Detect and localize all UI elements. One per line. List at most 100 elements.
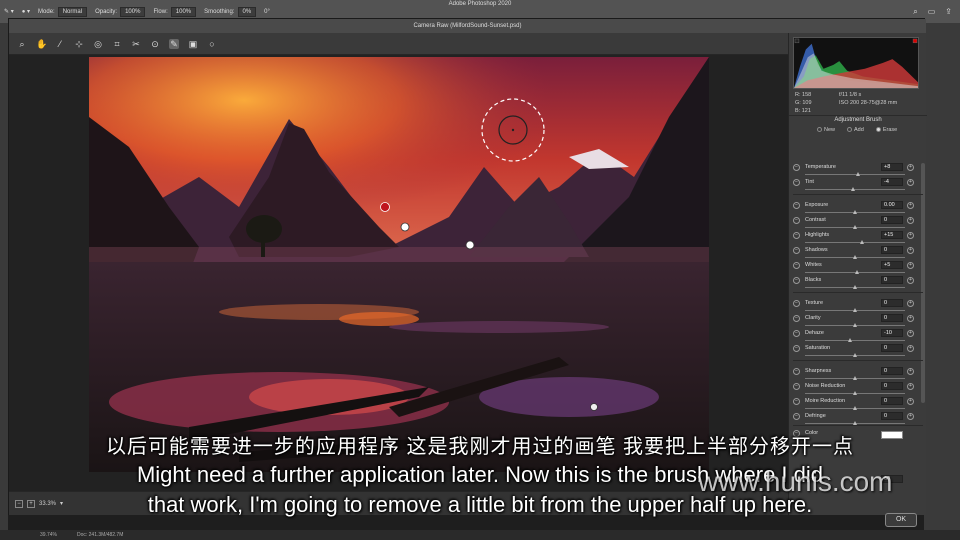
plus-icon[interactable]: + xyxy=(907,413,914,420)
crop-icon[interactable]: ⌗ xyxy=(112,39,122,49)
slider-value[interactable]: -4 xyxy=(881,178,903,186)
plus-icon[interactable]: + xyxy=(907,345,914,352)
brush-tool-preset[interactable]: ✎ ▾ xyxy=(4,8,14,15)
plus-icon[interactable]: + xyxy=(907,232,914,239)
radio-erase[interactable] xyxy=(875,127,881,133)
slider-value[interactable]: 0 xyxy=(881,382,903,390)
slider-track[interactable] xyxy=(805,340,905,341)
flow-input[interactable]: 100% xyxy=(170,6,197,17)
slider-value[interactable]: 0 xyxy=(881,367,903,375)
minus-icon[interactable]: − xyxy=(793,383,800,390)
slider-track[interactable] xyxy=(805,189,905,190)
brush-size-picker[interactable]: ● ▾ xyxy=(22,8,30,15)
plus-icon[interactable]: + xyxy=(907,300,914,307)
smoothing-input[interactable]: 0% xyxy=(237,6,257,17)
slider-thumb[interactable] xyxy=(852,353,857,357)
slider-thumb[interactable] xyxy=(852,308,857,312)
hand-icon[interactable]: ✋ xyxy=(36,39,47,49)
slider-thumb[interactable] xyxy=(854,270,859,274)
slider-value[interactable]: 0 xyxy=(881,299,903,307)
plus-icon[interactable]: + xyxy=(907,277,914,284)
minus-icon[interactable]: − xyxy=(793,315,800,322)
radio-add[interactable] xyxy=(847,127,853,133)
color-sampler-icon[interactable]: ⊹ xyxy=(74,39,84,49)
minus-icon[interactable]: − xyxy=(793,217,800,224)
plus-icon[interactable]: + xyxy=(907,179,914,186)
slider-value[interactable]: 0 xyxy=(881,412,903,420)
white-balance-icon[interactable]: ⁄ xyxy=(55,39,65,49)
preview-image[interactable] xyxy=(89,57,709,472)
angle-control[interactable]: 0° xyxy=(264,9,270,15)
minus-icon[interactable]: − xyxy=(793,413,800,420)
slider-value[interactable]: 0 xyxy=(881,276,903,284)
radial-filter-icon[interactable]: ○ xyxy=(207,39,217,49)
slider-value[interactable]: +5 xyxy=(881,261,903,269)
minus-icon[interactable]: − xyxy=(793,398,800,405)
slider-value[interactable]: +15 xyxy=(881,231,903,239)
slider-thumb[interactable] xyxy=(852,225,857,229)
slider-thumb[interactable] xyxy=(859,240,864,244)
minus-icon[interactable]: − xyxy=(793,164,800,171)
slider-value[interactable]: 0 xyxy=(881,344,903,352)
plus-icon[interactable]: + xyxy=(907,262,914,269)
mode-add[interactable]: Add xyxy=(847,127,864,133)
opacity-control[interactable]: Opacity: 100% xyxy=(95,6,146,17)
mode-erase[interactable]: Erase xyxy=(875,127,897,133)
plus-icon[interactable]: + xyxy=(907,398,914,405)
slider-value[interactable]: -10 xyxy=(881,329,903,337)
minus-icon[interactable]: − xyxy=(793,345,800,352)
slider-track[interactable] xyxy=(805,242,905,243)
minus-icon[interactable]: − xyxy=(793,232,800,239)
mode-control[interactable]: Mode: Normal xyxy=(38,6,88,17)
slider-thumb[interactable] xyxy=(852,255,857,259)
slider-thumb[interactable] xyxy=(855,172,860,176)
minus-icon[interactable]: − xyxy=(793,368,800,375)
minus-icon[interactable]: − xyxy=(793,277,800,284)
slider-thumb[interactable] xyxy=(852,376,857,380)
plus-icon[interactable]: + xyxy=(907,330,914,337)
opacity-input[interactable]: 100% xyxy=(120,6,146,17)
slider-value[interactable]: 0 xyxy=(881,216,903,224)
slider-thumb[interactable] xyxy=(852,210,857,214)
slider-thumb[interactable] xyxy=(847,338,852,342)
slider-thumb[interactable] xyxy=(850,187,855,191)
slider-value[interactable]: 0 xyxy=(881,246,903,254)
plus-icon[interactable]: + xyxy=(907,368,914,375)
plus-icon[interactable]: + xyxy=(907,247,914,254)
share-icon[interactable]: ⇪ xyxy=(945,7,952,17)
mode-select[interactable]: Normal xyxy=(57,6,88,17)
search-icon[interactable]: ⌕ xyxy=(913,7,917,17)
minus-icon[interactable]: − xyxy=(793,247,800,254)
mode-new[interactable]: New xyxy=(817,127,835,133)
slider-value[interactable]: 0.00 xyxy=(881,201,903,209)
minus-icon[interactable]: − xyxy=(793,179,800,186)
minus-icon[interactable]: − xyxy=(793,202,800,209)
minus-icon[interactable]: − xyxy=(793,262,800,269)
slider-thumb[interactable] xyxy=(852,406,857,410)
red-eye-icon[interactable]: ⊙ xyxy=(150,39,160,49)
minus-icon[interactable]: − xyxy=(793,330,800,337)
plus-icon[interactable]: + xyxy=(907,164,914,171)
slider-value[interactable]: 0 xyxy=(881,314,903,322)
slider-thumb[interactable] xyxy=(852,323,857,327)
targeted-adjustment-icon[interactable]: ◎ xyxy=(93,39,103,49)
minus-icon[interactable]: − xyxy=(793,300,800,307)
smoothing-control[interactable]: Smoothing: 0% xyxy=(204,6,257,17)
workspace-icon[interactable]: ▭ xyxy=(928,7,936,17)
image-canvas[interactable] xyxy=(9,55,788,491)
angle-value[interactable]: 0° xyxy=(264,9,270,15)
spot-removal-icon[interactable]: ✂ xyxy=(131,39,141,49)
slider-thumb[interactable] xyxy=(852,285,857,289)
plus-icon[interactable]: + xyxy=(907,315,914,322)
plus-icon[interactable]: + xyxy=(907,202,914,209)
slider-value[interactable]: 0 xyxy=(881,397,903,405)
adjustment-brush-icon[interactable]: ✎ xyxy=(169,38,179,49)
plus-icon[interactable]: + xyxy=(907,217,914,224)
flow-control[interactable]: Flow: 100% xyxy=(153,6,197,17)
radio-new[interactable] xyxy=(817,127,822,133)
plus-icon[interactable]: + xyxy=(907,383,914,390)
slider-value[interactable]: +8 xyxy=(881,163,903,171)
graduated-filter-icon[interactable]: ▣ xyxy=(188,39,198,49)
zoom-icon[interactable]: ⌕ xyxy=(17,39,27,49)
slider-thumb[interactable] xyxy=(852,391,857,395)
